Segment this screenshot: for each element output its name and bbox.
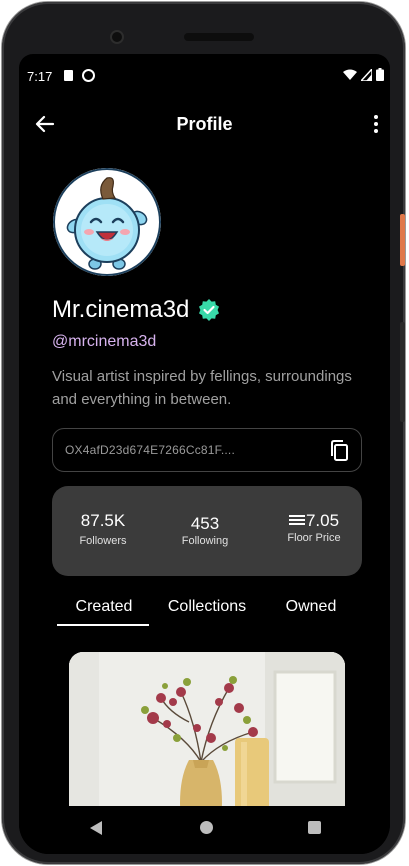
signal-icon: [361, 68, 372, 81]
screen: 7:17 Profile Mr.cinema3d @mrcinema3d Vis…: [19, 54, 390, 854]
profile-name: Mr.cinema3d: [52, 296, 190, 323]
power-button: [400, 214, 405, 266]
floor-price-value: 7.05: [305, 511, 340, 530]
name-row: Mr.cinema3d: [52, 296, 221, 324]
sim-card-icon: [64, 70, 73, 81]
nav-back-icon[interactable]: [89, 820, 103, 836]
earpiece-speaker: [184, 33, 254, 41]
copy-icon: [331, 440, 348, 461]
active-tab-indicator: [57, 624, 149, 626]
phone-frame: 7:17 Profile Mr.cinema3d @mrcinema3d Vis…: [2, 2, 405, 864]
status-time: 7:17: [27, 69, 53, 84]
avatar-mascot-image: [53, 168, 161, 276]
nav-recents-icon[interactable]: [308, 821, 321, 834]
page-title: Profile: [176, 114, 233, 134]
stats-card: 87.5K Followers 453 Following 7.05 Floor…: [52, 486, 362, 576]
data-saver-icon: [82, 69, 95, 82]
wallet-address-field: OX4afD23d674E7266Cc81F....: [52, 428, 362, 472]
nft-image: [69, 652, 345, 822]
stat-following[interactable]: 453 Following: [170, 514, 240, 547]
profile-handle: @mrcinema3d: [52, 333, 157, 350]
tab-collections[interactable]: Collections: [157, 598, 257, 616]
followers-count: 87.5K: [80, 511, 126, 530]
battery-icon: [376, 68, 384, 81]
followers-label: Followers: [79, 535, 127, 547]
following-count: 453: [190, 514, 220, 533]
stat-floor-price: 7.05 Floor Price: [274, 511, 354, 544]
avatar[interactable]: [53, 168, 161, 276]
following-label: Following: [181, 535, 229, 547]
wallet-address: OX4afD23d674E7266Cc81F....: [65, 443, 235, 457]
ethereum-icon: [288, 515, 305, 525]
profile-bio: Visual artist inspired by fellings, surr…: [52, 368, 352, 408]
nav-home-icon[interactable]: [200, 821, 213, 834]
floor-price-row: 7.05: [274, 511, 354, 531]
app-bar: Profile: [19, 98, 390, 150]
verified-badge-icon: [199, 299, 220, 321]
tab-owned[interactable]: Owned: [275, 598, 347, 616]
tab-created[interactable]: Created: [59, 598, 149, 616]
status-bar: 7:17: [19, 54, 390, 98]
more-vertical-icon: [374, 115, 378, 133]
system-nav-bar: [19, 806, 390, 854]
stat-followers[interactable]: 87.5K Followers: [70, 511, 136, 547]
status-icons: [343, 68, 384, 81]
nft-card[interactable]: [69, 652, 345, 822]
floor-price-label: Floor Price: [287, 532, 341, 544]
front-camera: [110, 30, 124, 44]
profile-tabs: Created Collections Owned: [19, 590, 390, 630]
more-options-button[interactable]: [364, 112, 388, 136]
wifi-icon: [343, 69, 357, 80]
volume-button: [400, 322, 405, 422]
copy-address-button[interactable]: [329, 439, 351, 463]
